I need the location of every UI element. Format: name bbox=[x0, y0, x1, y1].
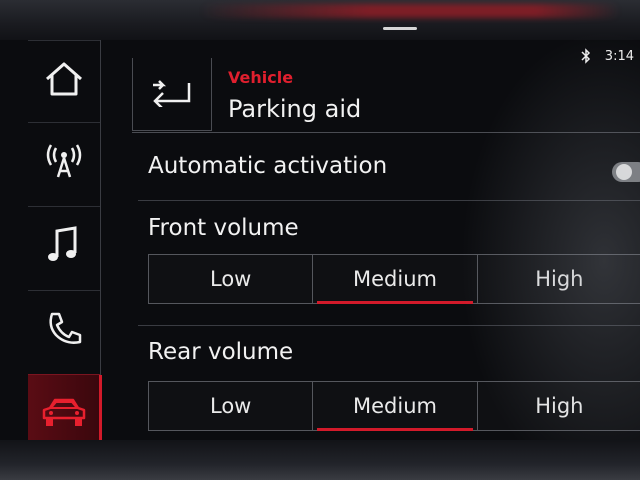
divider bbox=[138, 200, 640, 201]
radio-icon bbox=[44, 141, 84, 185]
divider bbox=[138, 325, 640, 326]
car-icon bbox=[40, 396, 88, 434]
toggle-knob bbox=[616, 164, 632, 180]
rear-volume-low[interactable]: Low bbox=[149, 382, 314, 430]
pull-down-handle[interactable] bbox=[383, 27, 417, 30]
phone-icon bbox=[44, 309, 84, 353]
header: Vehicle Parking aid bbox=[132, 58, 640, 133]
sidebar bbox=[28, 40, 102, 456]
sidebar-item-home[interactable] bbox=[28, 40, 100, 121]
front-volume-label: Front volume bbox=[148, 215, 299, 241]
ambient-light bbox=[200, 4, 620, 18]
rear-volume-medium[interactable]: Medium bbox=[313, 382, 478, 431]
sidebar-item-phone[interactable] bbox=[28, 290, 100, 371]
breadcrumb: Vehicle bbox=[228, 68, 294, 87]
back-button[interactable] bbox=[132, 58, 212, 131]
front-volume-medium[interactable]: Medium bbox=[313, 255, 478, 304]
auto-activation-toggle[interactable] bbox=[612, 162, 640, 182]
rear-volume-selector: Low Medium High bbox=[148, 381, 640, 431]
front-volume-high[interactable]: High bbox=[478, 255, 640, 303]
rear-volume-high[interactable]: High bbox=[478, 382, 640, 430]
music-icon bbox=[47, 225, 81, 269]
front-volume-selector: Low Medium High bbox=[148, 254, 640, 304]
auto-activation-label: Automatic activation bbox=[148, 153, 388, 179]
back-arrow-icon bbox=[149, 77, 195, 111]
screen-bezel-bottom bbox=[0, 440, 640, 480]
sidebar-item-media[interactable] bbox=[28, 206, 100, 287]
page-title: Parking aid bbox=[228, 95, 362, 123]
home-icon bbox=[43, 61, 85, 101]
front-volume-low[interactable]: Low bbox=[149, 255, 314, 303]
sidebar-item-radio[interactable] bbox=[28, 122, 100, 203]
rear-volume-label: Rear volume bbox=[148, 339, 294, 365]
